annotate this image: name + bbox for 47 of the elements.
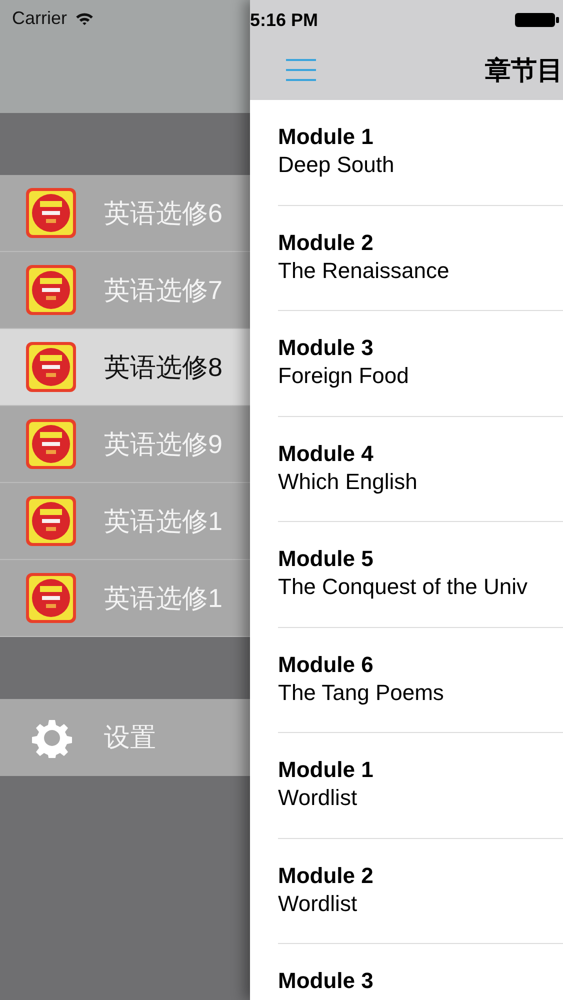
app-icon xyxy=(26,419,76,469)
chapter-title: Wordlist xyxy=(278,785,358,811)
module-name: Module 4 xyxy=(278,440,374,466)
settings-label: 设置 xyxy=(104,721,156,754)
chapter-title: The Conquest of the Univ xyxy=(278,574,528,600)
chapter-title: Wordlist xyxy=(278,890,358,916)
menu-item-label: 英语选修1 xyxy=(104,504,222,538)
app-icon xyxy=(26,573,76,623)
app-icon xyxy=(26,188,76,238)
carrier-name: Carrier xyxy=(12,8,68,29)
chapter-row[interactable]: Module 5 The Conquest of the Univ xyxy=(278,522,563,628)
chapter-row[interactable]: Module 1 Deep South xyxy=(278,100,563,206)
settings-icon xyxy=(32,718,72,758)
chapter-title: Deep South xyxy=(278,152,396,178)
chapter-row[interactable]: Module 2 Wordlist xyxy=(278,838,563,944)
chapter-row[interactable]: Module 6 The Tang Poems xyxy=(278,628,563,733)
module-name: Module 2 xyxy=(278,230,374,256)
module-name: Module 2 xyxy=(278,862,374,888)
app-icon xyxy=(26,496,76,546)
module-name: Module 3 xyxy=(278,968,374,994)
chapter-title: Foreign Food xyxy=(278,363,410,389)
wifi-icon xyxy=(75,12,94,26)
menu-item[interactable]: 英语选修8 xyxy=(0,329,250,406)
menu-item-label: 英语选修8 xyxy=(104,350,222,384)
status-time: 5:16 PM xyxy=(250,10,318,30)
module-name: Module 1 xyxy=(278,757,374,783)
chapter-title: Which English xyxy=(278,468,418,494)
menu-item-label: 英语选修1 xyxy=(104,582,222,614)
module-name: Module 5 xyxy=(278,546,374,572)
chapter-title: The Tang Poems xyxy=(278,680,445,706)
menu-item-label: 英语选修6 xyxy=(104,196,222,230)
battery-icon xyxy=(515,12,559,28)
module-name: Module 3 xyxy=(278,335,374,361)
menu-button[interactable] xyxy=(286,58,316,82)
chapter-title: The Renaissance xyxy=(278,258,450,284)
nav-title: 章节目 xyxy=(485,54,563,86)
module-name: Module 1 xyxy=(278,124,374,150)
chapter-row[interactable]: Module 3 Foreign Food xyxy=(278,311,563,416)
chapter-row[interactable]: Module 2 The Renaissance xyxy=(278,206,563,311)
chapter-row[interactable]: Module 3 xyxy=(278,944,563,1000)
menu-item-label: 英语选修9 xyxy=(104,428,222,460)
app-icon xyxy=(26,265,76,315)
app-icon xyxy=(26,342,76,392)
menu-item-label: 英语选修7 xyxy=(104,274,222,306)
module-name: Module 6 xyxy=(278,652,374,678)
chapter-row[interactable]: Module 4 Which English xyxy=(278,416,563,522)
chapter-row[interactable]: Module 1 Wordlist xyxy=(278,733,563,838)
